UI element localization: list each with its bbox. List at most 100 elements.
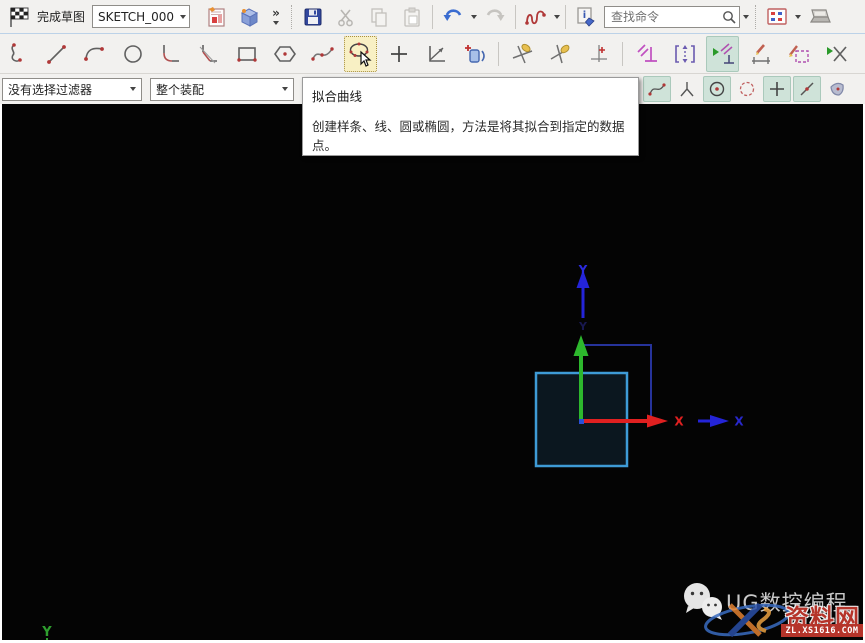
svg-text:i: i — [583, 10, 586, 21]
chevron-down-icon — [130, 87, 136, 91]
sketch-name-value: SKETCH_000 — [98, 10, 174, 24]
snap-point-on-curve-icon — [797, 79, 817, 99]
tooltip-title: 拟合曲线 — [312, 86, 629, 105]
laptop-button[interactable] — [804, 2, 834, 32]
separator — [622, 42, 623, 66]
snap-quadrant-toggle[interactable] — [733, 76, 761, 102]
copy-button[interactable] — [364, 2, 394, 32]
polygon-icon — [272, 41, 298, 67]
snap-spline-icon — [647, 79, 667, 99]
save-button[interactable] — [298, 2, 328, 32]
make-corner-icon — [586, 41, 612, 67]
selection-filter-combobox[interactable]: 没有选择过滤器 — [2, 78, 142, 101]
paste-button[interactable] — [397, 2, 427, 32]
project-curve-tool-button[interactable] — [458, 36, 491, 72]
arc-icon — [82, 41, 108, 67]
spline-curve-icon — [523, 5, 549, 29]
polygon-tool-button[interactable] — [268, 36, 301, 72]
separator — [432, 5, 433, 29]
n-arrows-icon — [862, 41, 865, 67]
curve-tool-button[interactable] — [521, 2, 551, 32]
snap-point-group — [643, 76, 865, 102]
snap-midpoint-icon — [677, 79, 697, 99]
cube-icon — [237, 5, 261, 29]
circle-tool-button[interactable] — [116, 36, 149, 72]
search-icon — [721, 9, 737, 25]
separator — [498, 42, 499, 66]
linear-dimension-button[interactable] — [744, 36, 777, 72]
offset-curve-tool-button[interactable] — [420, 36, 453, 72]
display-constraints-icon — [824, 41, 850, 67]
snap-midpoint-toggle[interactable] — [673, 76, 701, 102]
finish-sketch-button[interactable] — [4, 2, 34, 32]
geometric-constraints-button[interactable] — [630, 36, 663, 72]
snap-point-on-curve-toggle[interactable] — [793, 76, 821, 102]
quick-extend-icon — [548, 41, 574, 67]
rapid-dimension-icon — [710, 41, 736, 67]
snap-intersection-toggle[interactable] — [763, 76, 791, 102]
checkered-flag-icon — [7, 6, 31, 28]
chevron-down-icon — [282, 87, 288, 91]
fit-curve-tool-button[interactable] — [344, 36, 377, 72]
display-constraints-button[interactable] — [820, 36, 853, 72]
undo-dropdown-arrow[interactable] — [471, 15, 477, 19]
toolbar-overflow-button[interactable]: » — [267, 8, 285, 25]
graphics-window[interactable]: Y Y X X Y UG数控编程 — [2, 104, 863, 640]
cut-button[interactable] — [331, 2, 361, 32]
model-cube-button[interactable] — [234, 2, 264, 32]
command-finder-input[interactable] — [604, 6, 740, 28]
no-inferred-constraints-button[interactable] — [858, 36, 865, 72]
laptop-icon — [806, 6, 832, 28]
rectangle-icon — [234, 41, 260, 67]
origin-point[interactable] — [579, 419, 584, 424]
auto-constraints-button[interactable] — [668, 36, 701, 72]
datum-y-axis-label: Y — [578, 263, 588, 277]
info-palette-button[interactable]: i — [571, 2, 601, 32]
datum-x-axis-label: X — [734, 415, 744, 429]
copy-icon — [368, 6, 390, 28]
scissors-icon — [335, 6, 357, 28]
sketch-name-combobox[interactable]: SKETCH_000 — [92, 5, 190, 28]
make-corner-tool-button[interactable] — [582, 36, 615, 72]
window-layout-button[interactable] — [762, 2, 792, 32]
linear-dimension-icon — [748, 41, 774, 67]
sketch-toolbar — [0, 34, 865, 74]
snap-face-icon — [827, 79, 847, 99]
finish-sketch-label: 完成草图 — [37, 8, 85, 25]
offset-curve-icon — [424, 41, 450, 67]
curve-dropdown-arrow[interactable] — [554, 15, 560, 19]
sketch-sheet-icon — [204, 5, 228, 29]
sketch-geometry: Y Y X X Y — [2, 104, 863, 640]
window-dropdown-arrow[interactable] — [795, 15, 801, 19]
rapid-dimension-button[interactable] — [706, 36, 739, 72]
tooltip-body-line2: 点。 — [312, 138, 337, 153]
chamfer-tool-button[interactable] — [192, 36, 225, 72]
snap-intersection-icon — [767, 79, 787, 99]
sketch-x-arrowhead — [647, 415, 668, 428]
undo-button[interactable] — [438, 2, 468, 32]
inner-y-axis-label: Y — [578, 320, 588, 333]
redo-icon — [483, 6, 507, 28]
quick-trim-tool-button[interactable] — [506, 36, 539, 72]
main-toolbar: 完成草图 SKETCH_000 » — [0, 0, 865, 34]
snap-center-toggle[interactable] — [703, 76, 731, 102]
pattern-dimension-button[interactable] — [782, 36, 815, 72]
point-tool-button[interactable] — [382, 36, 415, 72]
profile-tool-button[interactable] — [2, 36, 35, 72]
fillet-tool-button[interactable] — [154, 36, 187, 72]
rectangle-tool-button[interactable] — [230, 36, 263, 72]
separator — [515, 5, 516, 29]
scope-filter-combobox[interactable]: 整个装配 — [150, 78, 294, 101]
redo-button[interactable] — [480, 2, 510, 32]
search-dropdown-arrow[interactable] — [743, 15, 749, 19]
save-icon — [302, 6, 324, 28]
snap-face-toggle[interactable] — [823, 76, 851, 102]
arc-tool-button[interactable] — [78, 36, 111, 72]
line-tool-button[interactable] — [40, 36, 73, 72]
quick-extend-tool-button[interactable] — [544, 36, 577, 72]
chevron-down-icon — [273, 21, 279, 25]
sketch-sheet-button[interactable] — [201, 2, 231, 32]
snap-spline-point-toggle[interactable] — [643, 76, 671, 102]
parallel-perpendicular-icon — [634, 41, 660, 67]
studio-spline-tool-button[interactable] — [306, 36, 339, 72]
